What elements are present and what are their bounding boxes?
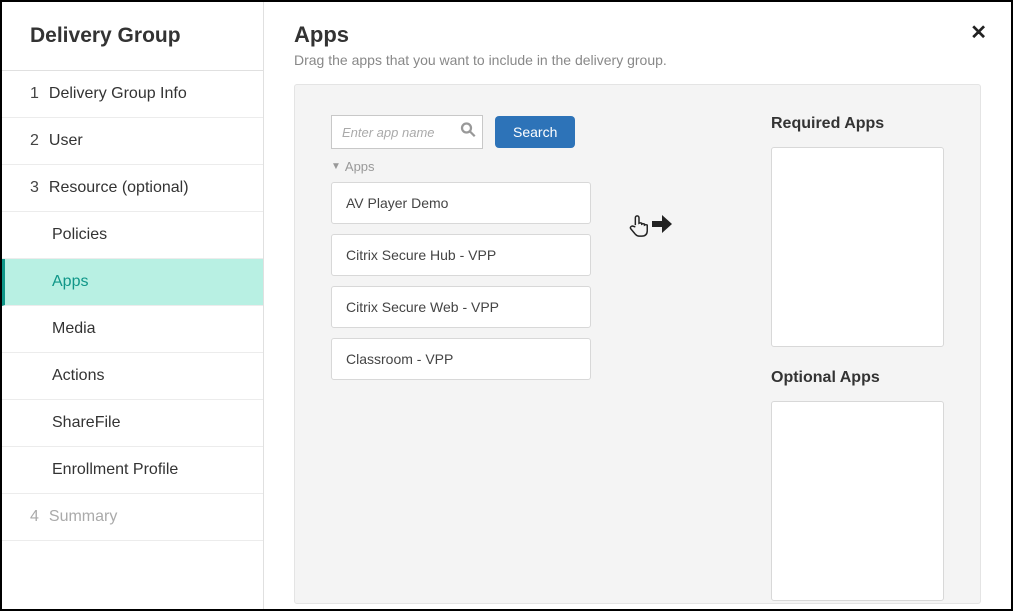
nav-media[interactable]: Media — [2, 306, 263, 353]
sidebar-title: Delivery Group — [2, 2, 263, 71]
sidebar: Delivery Group 1 Delivery Group Info 2 U… — [2, 2, 264, 609]
app-item[interactable]: Citrix Secure Hub - VPP — [331, 234, 591, 276]
search-row: Search — [331, 115, 591, 149]
page-title: Apps — [294, 22, 981, 48]
page-subtitle: Drag the apps that you want to include i… — [294, 52, 981, 68]
target-column: Required Apps Optional Apps — [711, 115, 944, 573]
nav-step-number: 4 — [30, 508, 39, 526]
drag-indicator — [621, 115, 681, 573]
nav-sublabel: Enrollment Profile — [52, 461, 178, 478]
optional-apps-title: Optional Apps — [771, 369, 944, 387]
search-icon — [459, 121, 477, 144]
nav-delivery-group-info[interactable]: 1 Delivery Group Info — [2, 71, 263, 118]
optional-apps-dropzone[interactable] — [771, 401, 944, 601]
nav-sublabel: ShareFile — [52, 414, 120, 431]
nav-label: Summary — [49, 508, 117, 526]
nav-label: User — [49, 132, 83, 150]
required-apps-title: Required Apps — [771, 115, 944, 133]
app-item[interactable]: Citrix Secure Web - VPP — [331, 286, 591, 328]
nav-summary: 4 Summary — [2, 494, 263, 541]
nav-actions[interactable]: Actions — [2, 353, 263, 400]
close-icon: ✕ — [970, 22, 987, 44]
nav-sharefile[interactable]: ShareFile — [2, 400, 263, 447]
apps-list-label: Apps — [345, 159, 375, 174]
nav-step-number: 1 — [30, 85, 39, 103]
nav-resource[interactable]: 3 Resource (optional) — [2, 165, 263, 212]
content-panel: Search ▼ Apps AV Player Demo Citrix Secu… — [294, 84, 981, 604]
hand-pointer-icon — [628, 213, 650, 244]
nav-sublabel: Actions — [52, 367, 104, 384]
nav-user[interactable]: 2 User — [2, 118, 263, 165]
search-button[interactable]: Search — [495, 116, 575, 148]
available-apps-column: Search ▼ Apps AV Player Demo Citrix Secu… — [331, 115, 591, 573]
close-button[interactable]: ✕ — [970, 20, 987, 45]
caret-down-icon: ▼ — [331, 161, 341, 172]
nav-sublabel: Media — [52, 320, 96, 337]
nav-label: Resource (optional) — [49, 179, 189, 197]
arrow-right-icon — [650, 213, 674, 240]
nav-sublabel: Apps — [52, 273, 88, 290]
app-item[interactable]: AV Player Demo — [331, 182, 591, 224]
nav-enrollment-profile[interactable]: Enrollment Profile — [2, 447, 263, 494]
main-content: ✕ Apps Drag the apps that you want to in… — [264, 2, 1011, 609]
nav-sublabel: Policies — [52, 226, 107, 243]
nav-label: Delivery Group Info — [49, 85, 187, 103]
nav-policies[interactable]: Policies — [2, 212, 263, 259]
apps-list-header[interactable]: ▼ Apps — [331, 159, 591, 174]
nav-apps[interactable]: Apps — [2, 259, 263, 306]
nav-step-number: 3 — [30, 179, 39, 197]
app-item[interactable]: Classroom - VPP — [331, 338, 591, 380]
nav-step-number: 2 — [30, 132, 39, 150]
required-apps-dropzone[interactable] — [771, 147, 944, 347]
search-wrapper — [331, 115, 483, 149]
